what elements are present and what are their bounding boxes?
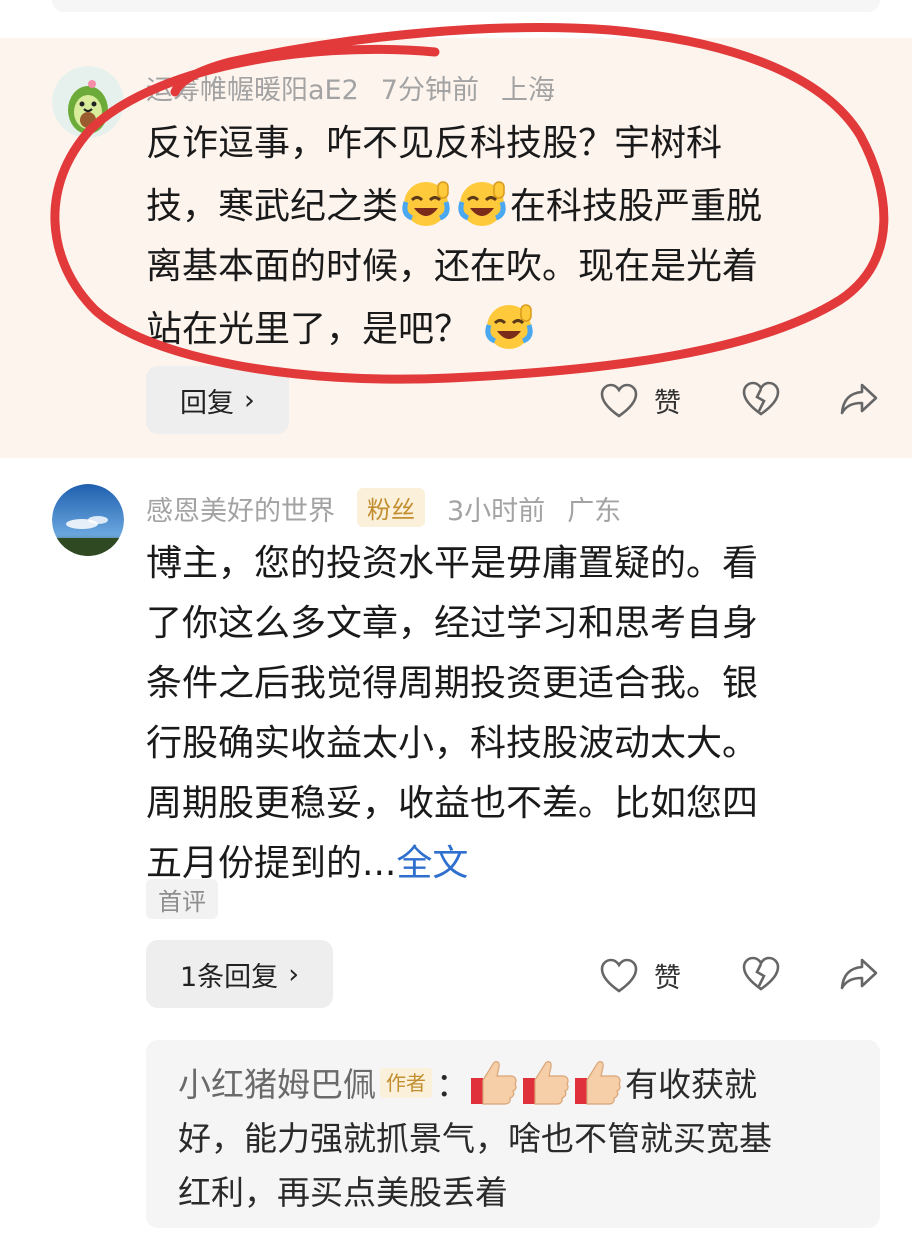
full-text-link[interactable]: 全文 [396, 843, 468, 884]
chevron-right-icon: › [244, 384, 255, 416]
comment2-time: 3小时前 [447, 496, 546, 527]
comment2-replies-button[interactable]: 1条回复 › [146, 940, 333, 1008]
comment2-like-button[interactable]: 赞 [600, 956, 681, 995]
sub-reply-username[interactable]: 小红猪姆巴佩 [178, 1065, 376, 1104]
comment1-dislike-button[interactable] [742, 381, 780, 417]
comment1-line: 技，寒武纪之类 在科技股严重脱 [146, 174, 886, 237]
share-arrow-icon [840, 381, 878, 417]
comment2-line: 行股确实收益太小，科技股波动太大。 [146, 723, 759, 764]
first-comment-tag: 首评 [146, 879, 218, 919]
comment2-meta: 感恩美好的世界 粉丝 3小时前 广东 [146, 488, 643, 528]
sub-reply-line: 好，能力强就抓景气，啥也不管就买宽基 [178, 1119, 772, 1158]
chevron-right-icon: › [288, 958, 299, 990]
sub-reply-line-text: 有收获就 [625, 1065, 757, 1104]
comment1-like-button[interactable]: 赞 [600, 381, 681, 420]
comment1-line: 离基本面的时候，还在吹。现在是光着 [146, 246, 759, 287]
sub-reply-text: 小红猪姆巴佩 作者： 有收获就 好，能力强就抓景气，啥也不管就买宽基 红利，再买点… [178, 1058, 858, 1220]
share-arrow-icon [840, 956, 878, 992]
reply-count-label: 1条回复 [180, 961, 279, 993]
comment1-meta: 运筹帷幄暖阳aE2 7分钟前 上海 [146, 68, 577, 107]
comment1-line-text: 在科技股严重脱 [510, 186, 763, 227]
comment2-username[interactable]: 感恩美好的世界 [146, 496, 335, 527]
sky-landscape-avatar-icon[interactable] [52, 484, 124, 556]
sub-reply-line: 小红猪姆巴佩 作者： 有收获就 [178, 1058, 858, 1112]
fan-badge: 粉丝 [357, 488, 425, 527]
laughing-crying-emoji-icon [398, 174, 454, 230]
comment1-time: 7分钟前 [380, 75, 479, 106]
comment2-line: 周期股更稳妥，收益也不差。比如您四 [146, 783, 759, 824]
sub-reply-line: 红利，再买点美股丢着 [178, 1173, 508, 1212]
comment2-share-button[interactable] [840, 956, 878, 992]
comment2-line: 博主，您的投资水平是毋庸置疑的。看 [146, 543, 759, 584]
thumbs-up-icon [573, 1058, 623, 1106]
laughing-crying-emoji-icon [454, 174, 510, 230]
comment2-line: 五月份提到的...全文 [146, 834, 886, 894]
broken-heart-icon [742, 956, 780, 992]
comment1-line: 反诈逗事，咋不见反科技股？宇树科 [146, 123, 723, 164]
heart-icon [600, 383, 638, 419]
thumbs-up-icon [469, 1058, 519, 1106]
comment1-line: 站在光里了，是吧？ [146, 297, 886, 360]
like-label: 赞 [654, 963, 681, 994]
comment2-line: 了你这么多文章，经过学习和思考自身 [146, 603, 759, 644]
laughing-crying-emoji-icon [481, 297, 537, 353]
comment2-body[interactable]: 博主，您的投资水平是毋庸置疑的。看 了你这么多文章，经过学习和思考自身 条件之后… [146, 534, 886, 894]
comment1-reply-button[interactable]: 回复 › [146, 366, 289, 434]
avocado-avatar-icon[interactable] [52, 66, 124, 138]
like-label: 赞 [654, 388, 681, 419]
author-badge: 作者 [380, 1068, 432, 1098]
comment1-share-button[interactable] [840, 381, 878, 417]
comment1-line-text: 站在光里了，是吧？ [146, 309, 471, 350]
thumbs-up-icon [521, 1058, 571, 1106]
comment2-location: 广东 [567, 496, 622, 527]
heart-icon [600, 958, 638, 994]
comment1-username[interactable]: 运筹帷幄暖阳aE2 [146, 75, 359, 106]
comment1-body[interactable]: 反诈逗事，咋不见反科技股？宇树科 技，寒武纪之类 在科技股严重脱 离基本面的时候… [146, 114, 886, 360]
broken-heart-icon [742, 381, 780, 417]
comment2-line: 条件之后我觉得周期投资更适合我。银 [146, 663, 759, 704]
previous-card-edge [52, 0, 880, 12]
comment1-line-text: 技，寒武纪之类 [146, 186, 399, 227]
reply-label: 回复 [180, 387, 234, 419]
comment1-location: 上海 [500, 75, 555, 106]
sub-reply-box[interactable]: 小红猪姆巴佩 作者： 有收获就 好，能力强就抓景气，啥也不管就买宽基 红利，再买点… [146, 1040, 880, 1228]
comment2-dislike-button[interactable] [742, 956, 780, 992]
comment2-line-text: 五月份提到的... [146, 843, 397, 884]
comment-feed: 运筹帷幄暖阳aE2 7分钟前 上海 反诈逗事，咋不见反科技股？宇树科 技，寒武纪之类… [0, 0, 912, 1244]
sub-reply-colon: ： [436, 1065, 469, 1104]
